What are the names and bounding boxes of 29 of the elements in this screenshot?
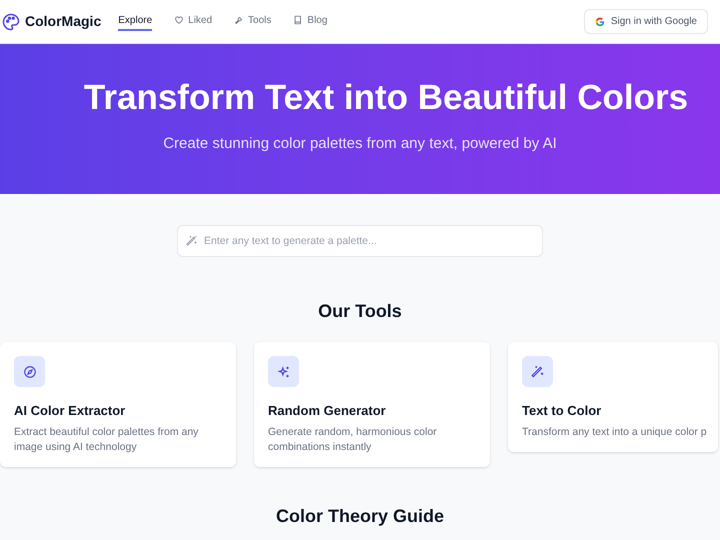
nav-tab[interactable]: Tools bbox=[234, 12, 272, 30]
section-heading: Our Tools bbox=[317, 300, 403, 323]
tool-title: Random Generator bbox=[268, 402, 387, 420]
section-heading: Color Theory Guide bbox=[274, 504, 445, 528]
sparkles-icon bbox=[276, 364, 290, 378]
magic-wand-icon bbox=[186, 235, 198, 247]
tool-card[interactable]: Text to Color Transform any text into a unique color p bbox=[508, 342, 718, 452]
hero-title: Transform Text into Beautiful Colors bbox=[84, 80, 688, 115]
tool-card[interactable]: Random Generator Generate random, harmonious color combinations instantly bbox=[254, 342, 490, 466]
nav-tab[interactable]: Blog bbox=[293, 12, 328, 30]
book-icon bbox=[293, 15, 304, 25]
nav-tab[interactable]: Explore bbox=[118, 12, 152, 30]
tool-card[interactable]: AI Color Extractor Extract beautiful color palettes from any image using AI technology bbox=[0, 342, 236, 466]
palette-logo-icon bbox=[2, 12, 20, 30]
compass-icon bbox=[22, 364, 36, 378]
google-sign-in-button[interactable]: Sign in with Google bbox=[584, 9, 708, 34]
wrench-icon bbox=[234, 15, 244, 25]
tool-description: Extract beautiful color palettes from any image using AI technology bbox=[14, 424, 200, 454]
tool-description: Transform any text into a unique color p bbox=[522, 424, 704, 440]
palette-text-field[interactable]: Enter any text to generate a palette... bbox=[177, 225, 543, 257]
nav-tab[interactable]: Liked bbox=[174, 12, 212, 30]
google-g-icon bbox=[594, 16, 605, 26]
tool-title: AI Color Extractor bbox=[14, 402, 126, 420]
tool-description: Generate random, harmonious color combinations instantly bbox=[268, 424, 438, 454]
hero-subtitle: Create stunning color palettes from any text, powered by AI bbox=[163, 134, 557, 154]
tool-title: Text to Color bbox=[522, 402, 602, 420]
brand-name[interactable]: ColorMagic bbox=[25, 11, 102, 32]
wand-icon bbox=[530, 364, 544, 378]
heart-icon bbox=[174, 15, 184, 25]
